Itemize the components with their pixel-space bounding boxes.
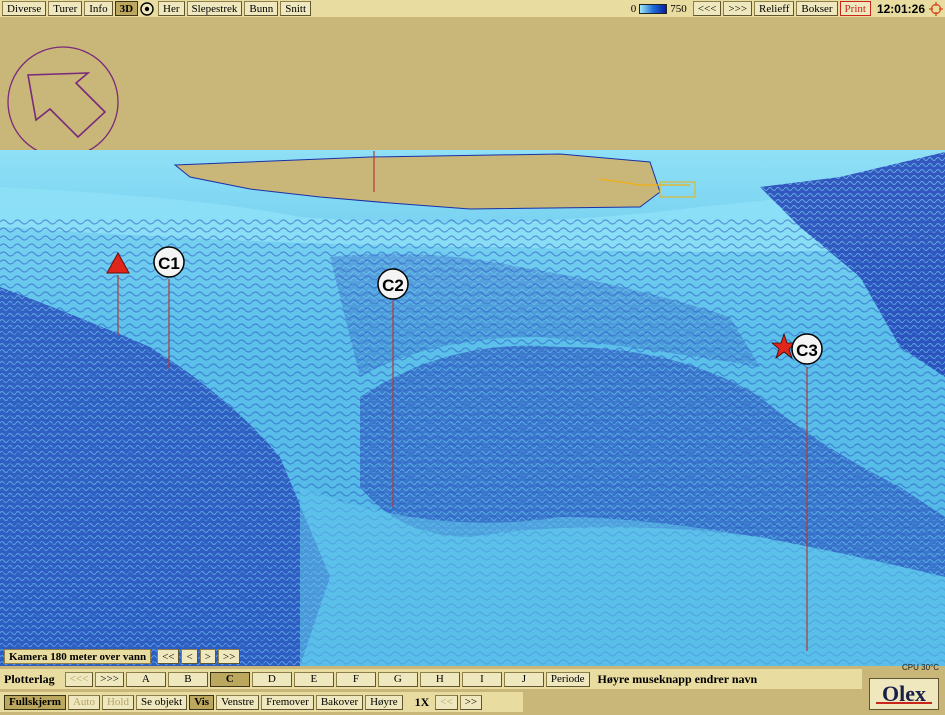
layer-f-button[interactable]: F [335, 671, 376, 687]
olex-logo[interactable]: Olex [869, 678, 939, 710]
se-objekt-button[interactable]: Se objekt [135, 694, 188, 710]
layer-e-button[interactable]: E [293, 671, 334, 687]
relieff-button[interactable]: Relieff [754, 1, 795, 16]
top-toolbar: Diverse Turer Info 3D Her Slepestrek Bun… [0, 0, 945, 17]
camera-bar: Kamera 180 meter over vann << < > >> [4, 648, 242, 665]
speed-label: 1X [414, 694, 430, 709]
slepestrek-button[interactable]: Slepestrek [186, 1, 243, 16]
3d-button[interactable]: 3D [114, 1, 139, 16]
next-button[interactable]: >>> [723, 1, 753, 16]
marker-c2[interactable]: C2 [377, 268, 409, 300]
layer-c-button[interactable]: C [209, 671, 250, 687]
marker-c1[interactable]: C1 [153, 246, 185, 278]
clock: 12:01:26 [876, 1, 925, 16]
marker-c1-label: C1 [158, 254, 180, 273]
bullseye-icon[interactable] [140, 1, 154, 16]
auto-button[interactable]: Auto [67, 694, 100, 710]
camera-height-label: Kamera 180 meter over vann [4, 649, 152, 664]
camera-forward-button[interactable]: > [199, 649, 216, 664]
layer-g-button[interactable]: G [377, 671, 418, 687]
plotterlag-bar: Plotterlag <<< >>> A B C D E F G H I J P… [0, 669, 862, 689]
depth-min: 0 [630, 2, 637, 15]
speed-up-button[interactable]: >> [459, 694, 483, 710]
seabed-3d-view[interactable]: C1 C2 C3 [0, 17, 945, 666]
top-right-group: 0 750 <<< >>> Relieff Bokser Print 12:01… [631, 0, 945, 17]
prev-button[interactable]: <<< [692, 1, 722, 16]
layer-d-button[interactable]: D [251, 671, 292, 687]
speed-down-button[interactable]: << [435, 694, 458, 710]
rename-hint: Høyre museknapp endrer navn [597, 671, 758, 686]
plotterlag-title: Plotterlag [4, 671, 55, 686]
layer-j-button[interactable]: J [503, 671, 544, 687]
view-bar: Fullskjerm Auto Hold Se objekt Vis Venst… [0, 692, 523, 712]
fremover-button[interactable]: Fremover [261, 694, 314, 710]
bunn-button[interactable]: Bunn [244, 1, 279, 16]
diverse-button[interactable]: Diverse [2, 1, 47, 16]
her-button[interactable]: Her [158, 1, 185, 16]
marker-c3-label: C3 [796, 341, 818, 360]
marker-c2-label: C2 [382, 276, 404, 295]
periode-button[interactable]: Periode [545, 671, 590, 687]
snitt-button[interactable]: Snitt [280, 1, 312, 16]
turer-button[interactable]: Turer [48, 1, 83, 16]
camera-back-button[interactable]: < [181, 649, 198, 664]
fullskjerm-button[interactable]: Fullskjerm [4, 694, 66, 710]
depth-gradient [639, 3, 668, 14]
hoyre-button[interactable]: Høyre [365, 694, 403, 710]
cpu-temperature: CPU 30°C [902, 663, 939, 672]
plotterlag-prev-button[interactable]: <<< [64, 671, 94, 687]
plotterlag-next-button[interactable]: >>> [95, 671, 124, 687]
layer-a-button[interactable]: A [125, 671, 166, 687]
bakover-button[interactable]: Bakover [315, 694, 364, 710]
depth-scale: 0 750 [631, 3, 687, 15]
depth-max: 750 [670, 2, 687, 15]
camera-fast-forward-button[interactable]: >> [217, 649, 241, 664]
layer-h-button[interactable]: H [419, 671, 460, 687]
marker-c3[interactable]: C3 [791, 333, 823, 365]
vis-button[interactable]: Vis [189, 694, 215, 710]
bokser-button[interactable]: Bokser [796, 1, 838, 16]
print-button[interactable]: Print [839, 1, 871, 16]
camera-fast-back-button[interactable]: << [157, 649, 180, 664]
layer-i-button[interactable]: I [461, 671, 502, 687]
info-button[interactable]: Info [84, 1, 113, 16]
venstre-button[interactable]: Venstre [216, 694, 260, 710]
hold-button[interactable]: Hold [101, 694, 134, 710]
crosshair-icon[interactable] [929, 1, 943, 16]
layer-b-button[interactable]: B [167, 671, 208, 687]
